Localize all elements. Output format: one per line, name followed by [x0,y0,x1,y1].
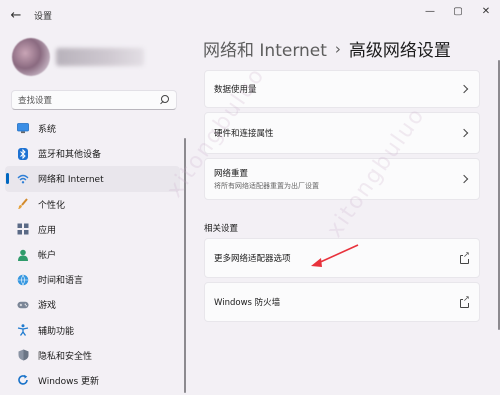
search-input[interactable]: 查找设置 [11,90,177,110]
sidebar-item-label: 网络和 Internet [38,175,104,186]
sidebar-item-label: Windows 更新 [38,376,100,387]
sidebar-item-network[interactable]: 网络和 Internet [5,166,180,192]
breadcrumb: 网络和 Internet › 高级网络设置 [203,36,451,62]
back-button[interactable]: ← [2,1,30,29]
related-settings-heading: 相关设置 [204,224,239,234]
search-icon [160,95,170,105]
back-arrow-icon: ← [10,7,22,23]
update-icon [17,374,29,386]
sidebar-item-label: 蓝牙和其他设备 [38,150,102,161]
data-usage-card[interactable]: 数据使用量 [204,70,480,108]
title-bar: ← 设置 — ▢ ✕ [0,0,500,30]
chevron-right-icon [460,174,470,184]
sidebar-item-apps[interactable]: 应用 [5,217,180,242]
external-link-icon [460,294,470,308]
card-title: 数据使用量 [214,85,257,95]
external-link-icon [460,250,470,264]
sidebar-item-system[interactable]: 系统 [5,116,180,141]
card-title: 硬件和连接属性 [214,129,274,139]
accessibility-icon [17,324,29,336]
maximize-button[interactable]: ▢ [444,0,472,22]
wifi-icon [17,173,29,185]
globe-clock-icon [17,274,29,286]
breadcrumb-separator: › [334,39,341,58]
bluetooth-icon [17,147,29,160]
search-placeholder: 查找设置 [18,96,53,106]
sidebar-item-gaming[interactable]: 游戏 [5,292,180,317]
gamepad-icon [17,299,29,311]
app-title: 设置 [34,11,53,22]
user-profile[interactable] [12,38,144,76]
card-text: 硬件和连接属性 [214,127,460,139]
chevron-right-icon [460,128,470,138]
sidebar-item-label: 辅助功能 [38,326,75,337]
blurred-account-name [56,48,144,66]
hardware-properties-card[interactable]: 硬件和连接属性 [204,112,480,154]
sidebar-item-personalization[interactable]: 个性化 [5,192,180,217]
sidebar-item-windows-update[interactable]: Windows 更新 [5,368,180,393]
sidebar-item-bluetooth[interactable]: 蓝牙和其他设备 [5,141,180,166]
breadcrumb-parent-link[interactable]: 网络和 Internet [203,36,327,61]
close-button[interactable]: ✕ [472,0,500,22]
sidebar-item-label: 时间和语言 [38,276,84,287]
sidebar-item-privacy[interactable]: 隐私和安全性 [5,343,180,368]
person-icon [17,249,29,261]
apps-icon [17,223,29,235]
sidebar-item-label: 个性化 [38,200,66,211]
sidebar-item-label: 隐私和安全性 [38,351,93,362]
main-content: 网络和 Internet › 高级网络设置 数据使用量 硬件和连接属性 网络重置… [200,30,500,395]
sidebar-item-label: 应用 [38,225,57,236]
card-text: 数据使用量 [214,83,460,95]
sidebar-item-time-language[interactable]: 时间和语言 [5,267,180,292]
sidebar-scrollbar[interactable] [184,138,186,393]
sidebar-item-accessibility[interactable]: 辅助功能 [5,318,180,343]
network-reset-card[interactable]: 网络重置 将所有网络适配器重置为出厂设置 [204,158,480,200]
windows-firewall-card[interactable]: Windows 防火墙 [204,282,480,322]
card-text: 网络重置 将所有网络适配器重置为出厂设置 [214,167,460,191]
chevron-right-icon [460,84,470,94]
shield-icon [17,349,29,361]
brush-icon [17,198,29,210]
card-text: Windows 防火墙 [214,296,460,308]
card-title: Windows 防火墙 [214,298,281,308]
minimize-button[interactable]: — [416,0,444,22]
sidebar-nav: 系统 蓝牙和其他设备 网络和 Internet 个性化 应用 帐户 时间和语言 … [5,116,180,393]
page-title: 高级网络设置 [348,41,451,61]
avatar [12,38,50,76]
sidebar: 查找设置 系统 蓝牙和其他设备 网络和 Internet 个性化 应用 帐户 时… [0,30,190,395]
sidebar-item-accounts[interactable]: 帐户 [5,242,180,267]
annotation-arrow-icon [311,244,359,267]
monitor-icon [17,123,29,135]
sidebar-item-label: 游戏 [38,301,57,312]
sidebar-item-label: 系统 [38,125,57,136]
window-controls: — ▢ ✕ [416,0,500,22]
card-subtitle: 将所有网络适配器重置为出厂设置 [214,182,319,190]
card-title: 网络重置 [214,169,249,179]
sidebar-item-label: 帐户 [38,251,57,262]
